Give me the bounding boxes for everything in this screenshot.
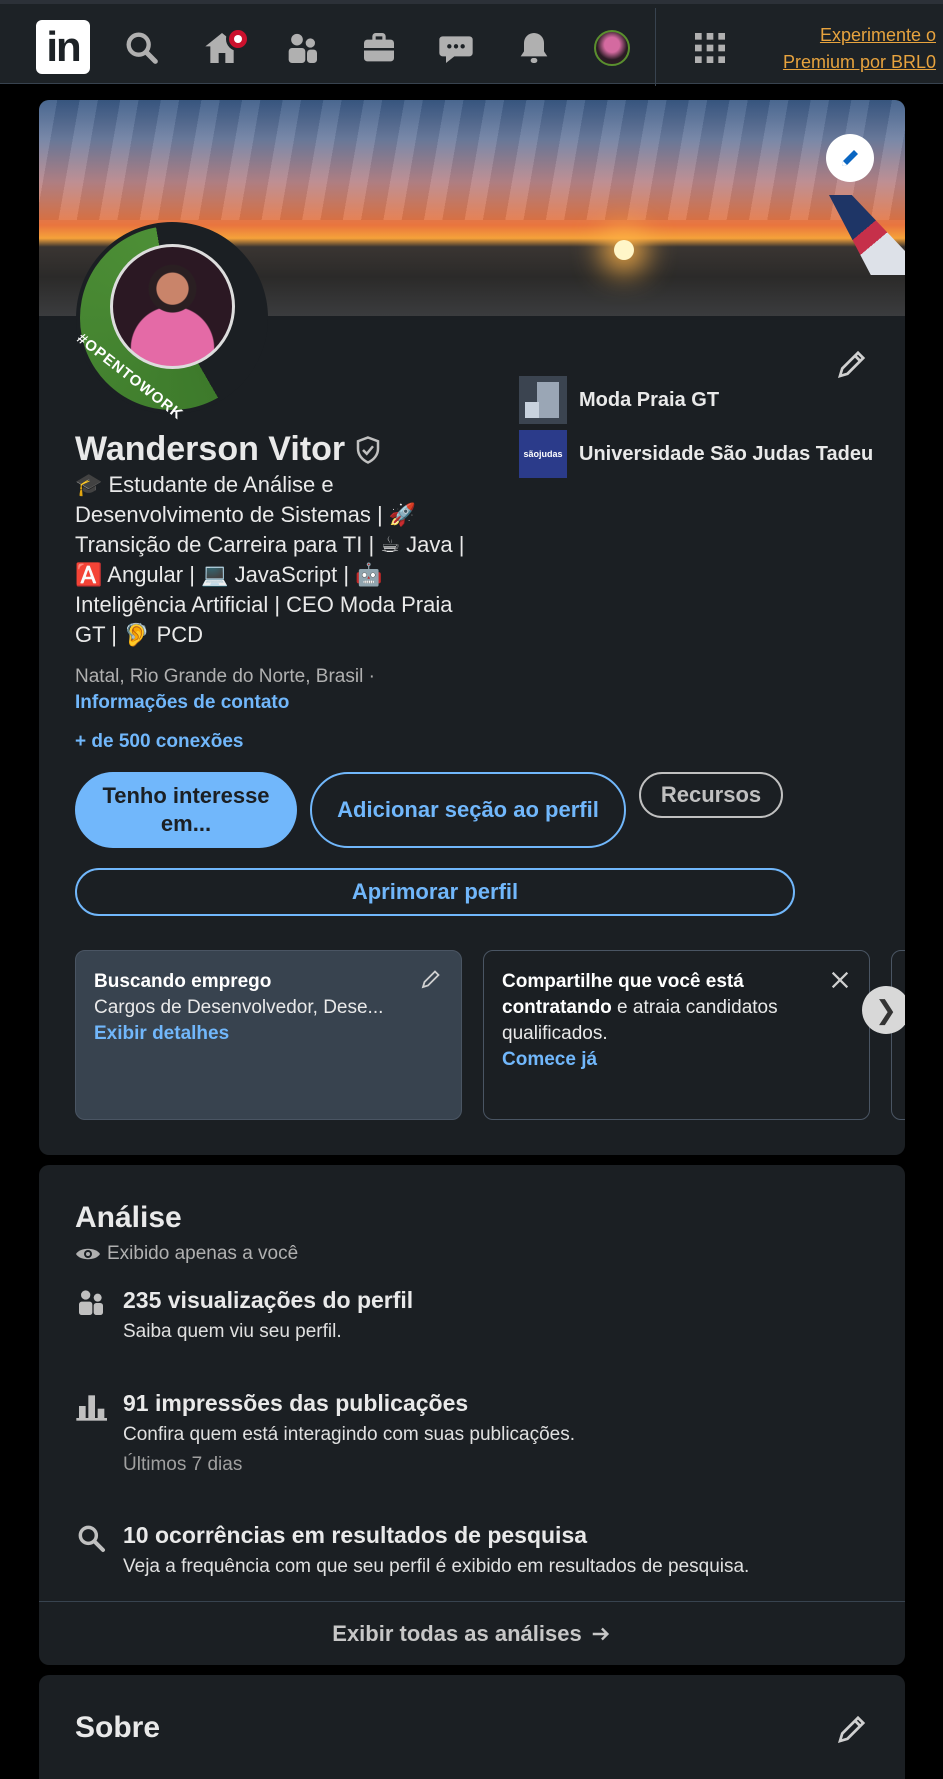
metric-title: 10 ocorrências em resultados de pesquisa [123, 1522, 588, 1548]
edit-banner-button[interactable] [826, 134, 874, 182]
edit-intro-pencil-icon[interactable] [834, 346, 870, 382]
university-logo-text: sãojudas [523, 449, 563, 459]
carousel-next-button[interactable]: ❯ [862, 986, 905, 1034]
profile-location: Natal, Rio Grande do Norte, Brasil · [75, 666, 375, 687]
eye-icon [76, 1248, 100, 1260]
org-current-company[interactable]: Moda Praia GT [519, 376, 719, 424]
apps-grid-icon[interactable] [690, 28, 730, 68]
jobs-icon[interactable] [359, 28, 399, 68]
company-logo-icon [519, 376, 567, 424]
tile-description: Cargos de Desenvolvedor, Dese... [94, 997, 384, 1018]
close-icon[interactable] [829, 969, 851, 991]
show-all-analytics-label: Exibir todas as análises [332, 1620, 582, 1646]
metric-post-impressions[interactable]: 91 impressões das publicações Confira qu… [75, 1390, 875, 1490]
profile-photo[interactable]: #OPENTOWORK [74, 222, 268, 423]
search-icon[interactable] [122, 28, 162, 68]
metric-description: Confira quem está interagindo com suas p… [123, 1424, 576, 1445]
linkedin-logo[interactable]: in [36, 20, 90, 74]
logo-text: in [46, 23, 81, 70]
notification-badge [226, 27, 250, 51]
my-network-icon[interactable] [282, 28, 322, 68]
resources-button[interactable]: Recursos [639, 772, 783, 818]
edit-about-pencil-icon[interactable] [834, 1711, 870, 1747]
messaging-icon[interactable] [436, 28, 476, 68]
private-note: Exibido apenas a você [75, 1243, 298, 1265]
profile-name: Wanderson Vitor [75, 430, 346, 468]
contact-info-link[interactable]: Informações de contato [75, 692, 289, 714]
show-all-analytics-button[interactable]: Exibir todas as análises [39, 1601, 905, 1665]
metric-description: Veja a frequência com que seu perfil é e… [123, 1556, 750, 1577]
premium-link[interactable]: Experimente o Premium por BRL0 [770, 22, 936, 76]
org-name: Universidade São Judas Tadeu [579, 442, 874, 465]
nav-divider [655, 8, 656, 86]
people-icon [79, 1290, 103, 1315]
open-to-button[interactable]: Tenho interesse em... [75, 772, 297, 848]
metric-title: 235 visualizações do perfil [123, 1287, 414, 1313]
view-details-link[interactable]: Exibir detalhes [94, 1021, 443, 1047]
analytics-card: Análise Exibido apenas a você 235 visual… [39, 1165, 905, 1665]
verified-shield-icon[interactable] [353, 435, 383, 465]
enhance-profile-button[interactable]: Aprimorar perfil [75, 868, 795, 916]
top-navigation: in Experimente o Premium por BRL0 [0, 0, 943, 86]
analytics-title: Análise [75, 1201, 182, 1234]
next-tile-preview [891, 950, 905, 1120]
premium-line-2: Premium por BRL0 [782, 52, 936, 72]
profile-name-row: Wanderson Vitor [75, 430, 383, 469]
metric-description: Saiba quem viu seu perfil. [123, 1321, 342, 1342]
arrow-right-icon [592, 1627, 609, 1640]
profile-card: #OPENTOWORK Wanderson Vitor 🎓 Estudante … [39, 100, 905, 1155]
get-started-link[interactable]: Comece já [502, 1047, 851, 1073]
me-avatar[interactable] [594, 30, 630, 66]
open-to-work-tile[interactable]: Buscando emprego Cargos de Desenvolvedor… [75, 950, 462, 1120]
add-profile-section-button[interactable]: Adicionar seção ao perfil [310, 772, 626, 848]
hiring-tile[interactable]: Compartilhe que você está contratando e … [483, 950, 870, 1120]
org-education[interactable]: sãojudas Universidade São Judas Tadeu [519, 430, 873, 478]
connections-link[interactable]: + de 500 conexões [75, 731, 243, 753]
university-logo-icon: sãojudas [519, 430, 567, 478]
premium-line-1: Experimente o [819, 25, 936, 45]
notifications-bell-icon[interactable] [514, 28, 554, 68]
profile-photo-image [110, 244, 235, 369]
chevron-right-icon: ❯ [875, 994, 897, 1025]
about-card: Sobre [39, 1675, 905, 1779]
metric-search-appearances[interactable]: 10 ocorrências em resultados de pesquisa… [75, 1522, 875, 1592]
private-note-text: Exibido apenas a você [107, 1243, 299, 1264]
pencil-icon[interactable] [419, 967, 443, 991]
search-icon [78, 1525, 105, 1552]
tile-title: Buscando emprego [94, 971, 272, 992]
org-name: Moda Praia GT [579, 388, 720, 411]
metric-period: Últimos 7 dias [123, 1454, 243, 1475]
metric-profile-views[interactable]: 235 visualizações do perfil Saiba quem v… [75, 1287, 875, 1357]
metric-title: 91 impressões das publicações [123, 1390, 469, 1416]
pencil-icon [842, 150, 858, 166]
bar-chart-icon [76, 1395, 107, 1421]
about-title: Sobre [75, 1711, 161, 1744]
profile-headline: 🎓 Estudante de Análise e Desenvolvimento… [75, 472, 465, 647]
